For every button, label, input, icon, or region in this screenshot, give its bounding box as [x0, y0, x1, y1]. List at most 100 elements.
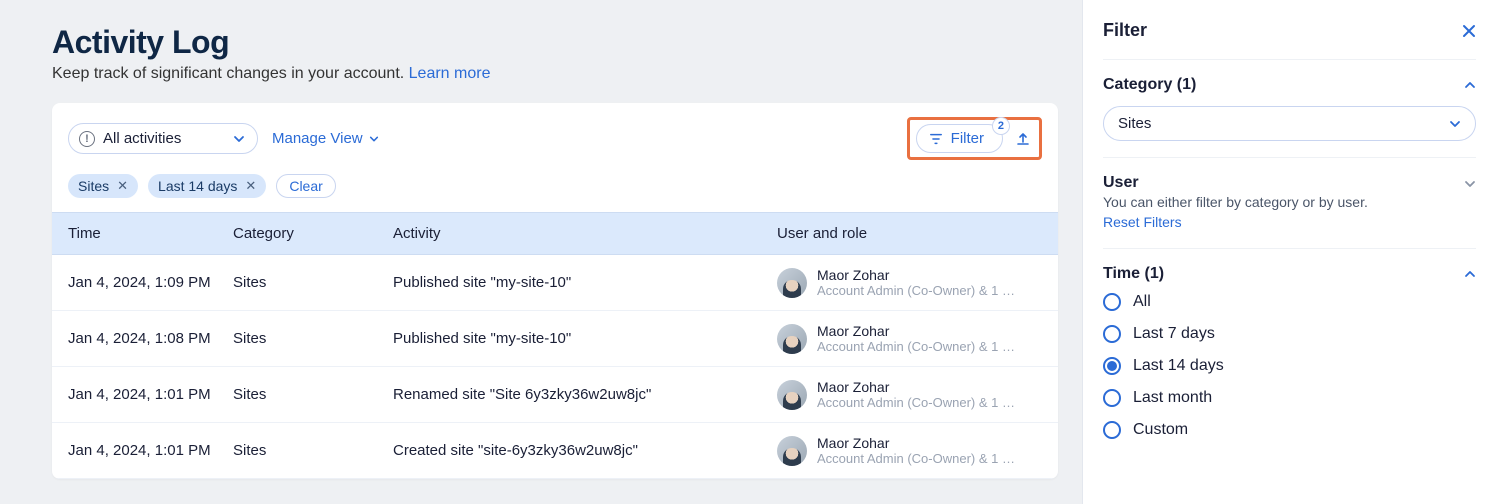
time-radio-option[interactable]: All: [1103, 293, 1476, 311]
radio-icon: [1103, 421, 1121, 439]
radio-icon: [1103, 325, 1121, 343]
category-section-label: Category (1): [1103, 76, 1196, 94]
user-role: Account Admin (Co-Owner) & 1 …: [817, 339, 1015, 354]
col-activity: Activity: [393, 225, 777, 242]
avatar: [777, 436, 807, 466]
table-row[interactable]: Jan 4, 2024, 1:08 PMSitesPublished site …: [52, 311, 1058, 367]
radio-label: All: [1133, 293, 1151, 311]
page-title: Activity Log: [52, 24, 1058, 61]
user-section: User You can either filter by category o…: [1103, 158, 1476, 249]
activities-select-label: All activities: [103, 130, 181, 147]
cell-time: Jan 4, 2024, 1:09 PM: [68, 274, 233, 291]
avatar: [777, 268, 807, 298]
time-radio-group: All Last 7 days Last 14 days Last month Cust…: [1103, 293, 1476, 439]
filter-button[interactable]: Filter 2: [916, 124, 1003, 153]
chip-label: Last 14 days: [158, 178, 237, 194]
toolbar: ! All activities Manage View Filter 2: [52, 103, 1058, 174]
cell-user: Maor ZoharAccount Admin (Co-Owner) & 1 …: [777, 323, 1042, 354]
filter-icon: [929, 132, 943, 146]
chevron-down-icon: [369, 134, 379, 144]
cell-activity: Renamed site "Site 6y3zky36w2uw8jc": [393, 386, 777, 403]
activity-card: ! All activities Manage View Filter 2: [52, 103, 1058, 479]
user-section-label: User: [1103, 174, 1139, 192]
filter-panel-header: Filter: [1103, 20, 1476, 60]
filter-count-badge: 2: [992, 117, 1010, 135]
category-section-toggle[interactable]: Category (1): [1103, 76, 1476, 94]
user-role: Account Admin (Co-Owner) & 1 …: [817, 395, 1015, 410]
cell-user: Maor ZoharAccount Admin (Co-Owner) & 1 …: [777, 379, 1042, 410]
col-user: User and role: [777, 225, 1042, 242]
chevron-down-icon: [1449, 118, 1461, 130]
filter-highlight: Filter 2: [907, 117, 1042, 160]
cell-activity: Published site "my-site-10": [393, 274, 777, 291]
col-category: Category: [233, 225, 393, 242]
filter-panel: Filter Category (1) Sites User You can e…: [1082, 0, 1496, 504]
page-subtitle: Keep track of significant changes in you…: [52, 65, 1058, 83]
cell-time: Jan 4, 2024, 1:01 PM: [68, 386, 233, 403]
user-section-note: You can either filter by category or by …: [1103, 194, 1368, 210]
filter-button-label: Filter: [951, 130, 984, 147]
time-radio-option[interactable]: Last month: [1103, 389, 1476, 407]
chevron-down-icon[interactable]: [1464, 178, 1476, 190]
cell-activity: Created site "site-6y3zky36w2uw8jc": [393, 442, 777, 459]
clear-filters-button[interactable]: Clear: [276, 174, 335, 198]
user-name: Maor Zohar: [817, 435, 1015, 451]
table-header: Time Category Activity User and role: [52, 212, 1058, 255]
manage-view-label: Manage View: [272, 130, 363, 147]
radio-icon: [1103, 389, 1121, 407]
reset-filters-link[interactable]: Reset Filters: [1103, 214, 1182, 230]
cell-category: Sites: [233, 386, 393, 403]
cell-category: Sites: [233, 330, 393, 347]
user-role: Account Admin (Co-Owner) & 1 …: [817, 283, 1015, 298]
cell-user: Maor ZoharAccount Admin (Co-Owner) & 1 …: [777, 267, 1042, 298]
info-icon: !: [79, 131, 95, 147]
chevron-up-icon: [1464, 79, 1476, 91]
filter-chips: Sites ✕ Last 14 days ✕ Clear: [52, 174, 1058, 212]
cell-time: Jan 4, 2024, 1:08 PM: [68, 330, 233, 347]
table-row[interactable]: Jan 4, 2024, 1:01 PMSitesRenamed site "S…: [52, 367, 1058, 423]
radio-label: Custom: [1133, 421, 1188, 439]
cell-time: Jan 4, 2024, 1:01 PM: [68, 442, 233, 459]
learn-more-link[interactable]: Learn more: [409, 65, 491, 82]
chip-label: Sites: [78, 178, 109, 194]
avatar: [777, 324, 807, 354]
time-radio-option[interactable]: Last 14 days: [1103, 357, 1476, 375]
chevron-up-icon: [1464, 268, 1476, 280]
cell-category: Sites: [233, 274, 393, 291]
table-row[interactable]: Jan 4, 2024, 1:09 PMSitesPublished site …: [52, 255, 1058, 311]
chevron-down-icon: [233, 133, 245, 145]
time-section-label: Time (1): [1103, 265, 1164, 283]
user-name: Maor Zohar: [817, 379, 1015, 395]
filter-chip[interactable]: Last 14 days ✕: [148, 174, 266, 198]
cell-user: Maor ZoharAccount Admin (Co-Owner) & 1 …: [777, 435, 1042, 466]
filter-chip[interactable]: Sites ✕: [68, 174, 138, 198]
time-section-toggle[interactable]: Time (1): [1103, 265, 1476, 283]
chip-close-icon[interactable]: ✕: [245, 178, 256, 194]
category-section: Category (1) Sites: [1103, 60, 1476, 158]
radio-label: Last month: [1133, 389, 1212, 407]
time-section: Time (1) All Last 7 days Last 14 days Last …: [1103, 249, 1476, 455]
close-icon[interactable]: [1462, 24, 1476, 38]
chip-close-icon[interactable]: ✕: [117, 178, 128, 194]
main-content: Activity Log Keep track of significant c…: [0, 0, 1082, 504]
user-name: Maor Zohar: [817, 267, 1015, 283]
table-row[interactable]: Jan 4, 2024, 1:01 PMSitesCreated site "s…: [52, 423, 1058, 479]
export-button[interactable]: [1015, 131, 1031, 147]
category-select-value: Sites: [1118, 115, 1151, 132]
col-time: Time: [68, 225, 233, 242]
subtitle-text: Keep track of significant changes in you…: [52, 65, 404, 82]
category-select[interactable]: Sites: [1103, 106, 1476, 141]
filter-panel-title: Filter: [1103, 20, 1147, 41]
time-radio-option[interactable]: Custom: [1103, 421, 1476, 439]
radio-label: Last 14 days: [1133, 357, 1224, 375]
time-radio-option[interactable]: Last 7 days: [1103, 325, 1476, 343]
manage-view-link[interactable]: Manage View: [272, 130, 379, 147]
user-name: Maor Zohar: [817, 323, 1015, 339]
radio-icon: [1103, 293, 1121, 311]
user-role: Account Admin (Co-Owner) & 1 …: [817, 451, 1015, 466]
cell-activity: Published site "my-site-10": [393, 330, 777, 347]
radio-icon: [1103, 357, 1121, 375]
table-body: Jan 4, 2024, 1:09 PMSitesPublished site …: [52, 255, 1058, 479]
avatar: [777, 380, 807, 410]
activities-select[interactable]: ! All activities: [68, 123, 258, 154]
